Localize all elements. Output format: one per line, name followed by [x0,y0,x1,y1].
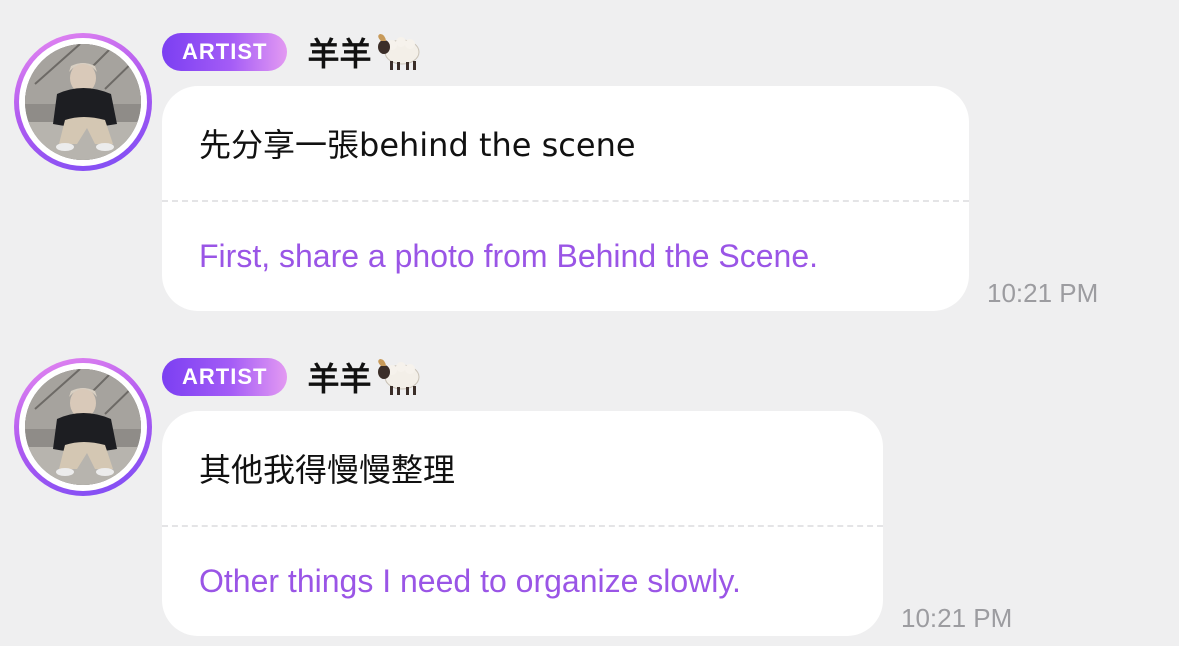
message-timestamp: 10:21 PM [987,278,1099,308]
sender-name[interactable]: 羊羊 [307,354,423,400]
sheep-icon [375,32,423,72]
avatar[interactable] [14,33,152,171]
sender-row: ARTIST 羊羊 [162,355,423,399]
avatar-photo [25,369,141,485]
avatar-photo [25,44,141,160]
avatar[interactable] [14,358,152,496]
original-text: 其他我得慢慢整理 [199,451,456,489]
sender-name-text: 羊羊 [307,360,372,398]
artist-badge: ARTIST [162,358,288,396]
chat-thread: ARTIST 羊羊 先分享一張behind the scene First, s… [0,0,1179,646]
sender-name[interactable]: 羊羊 [307,29,423,75]
sender-row: ARTIST 羊羊 [162,30,423,74]
artist-badge: ARTIST [162,33,288,71]
sender-name-text: 羊羊 [307,35,372,73]
sheep-icon [375,357,423,397]
message-timestamp: 10:21 PM [901,603,1013,633]
translated-text: First, share a photo from Behind the Sce… [199,238,818,274]
original-text: 先分享一張behind the scene [199,126,636,164]
message-bubble[interactable]: 其他我得慢慢整理 Other things I need to organize… [162,411,883,636]
translated-text: Other things I need to organize slowly. [199,563,741,599]
message-bubble[interactable]: 先分享一張behind the scene First, share a pho… [162,86,969,311]
